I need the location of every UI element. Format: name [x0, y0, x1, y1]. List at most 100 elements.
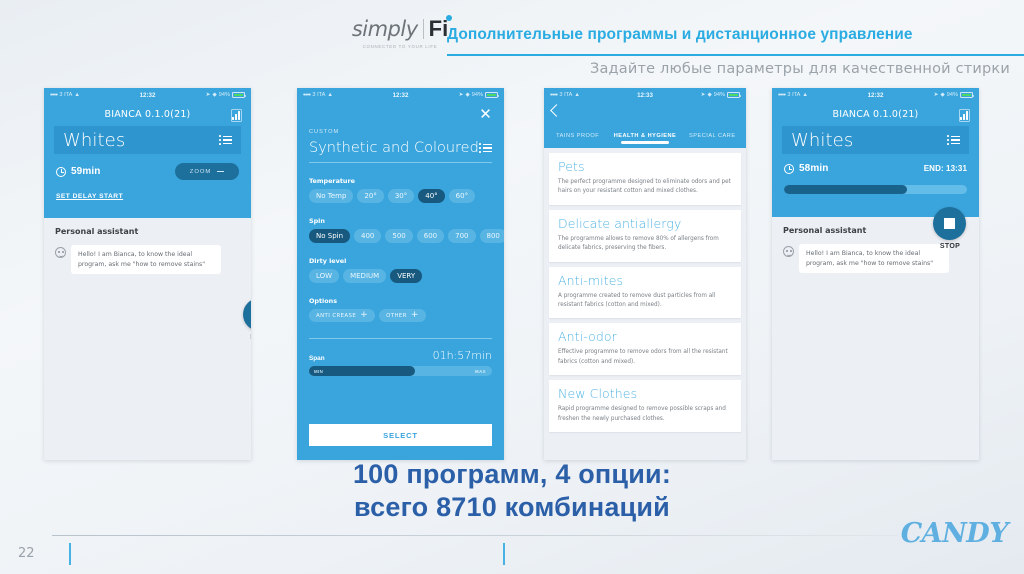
footer-divider: [52, 535, 898, 536]
select-button[interactable]: SELECT: [309, 424, 492, 446]
option-label: ANTI CREASE: [316, 312, 357, 319]
close-icon[interactable]: ✕: [479, 107, 492, 122]
spin-option-selected[interactable]: No Spin: [309, 229, 351, 243]
program-list[interactable]: Pets The perfect programme designed to e…: [544, 148, 746, 460]
list-item[interactable]: Pets The perfect programme designed to e…: [549, 153, 741, 205]
end-time-label: END: 13:31: [923, 164, 967, 173]
list-item[interactable]: New Clothes Rapid programme designed to …: [549, 380, 741, 433]
back-icon[interactable]: [550, 104, 563, 117]
duration-group: 58min: [784, 163, 828, 174]
dirty-option[interactable]: LOW: [309, 269, 340, 283]
plus-icon: +: [410, 310, 419, 320]
assistant-avatar-icon: [783, 246, 794, 257]
section-divider: [309, 338, 492, 339]
temp-option-selected[interactable]: 40°: [418, 189, 445, 203]
assistant-avatar-icon: [55, 247, 66, 258]
status-right: ➤ ◆ 94%: [701, 92, 741, 98]
option-anti-crease[interactable]: ANTI CREASE +: [309, 309, 376, 322]
duration-value: 59min: [71, 166, 101, 177]
zoom-label: ZOOM: [189, 168, 212, 175]
list-menu-icon[interactable]: [947, 135, 960, 145]
spin-option[interactable]: 800: [479, 229, 504, 243]
program-title: Pets: [558, 159, 585, 174]
spin-option[interactable]: 500: [385, 229, 413, 243]
list-item[interactable]: Delicate antiallergy The programme allow…: [549, 209, 741, 262]
temp-option[interactable]: 30°: [387, 189, 415, 203]
stop-square-icon: [944, 218, 955, 229]
temp-option[interactable]: No Temp: [309, 189, 354, 203]
phone-screen-running: •••• 3 ITA ▲ 12:32 ➤ ◆ 94% BIANCA 0.1.0(…: [772, 88, 979, 460]
spin-option[interactable]: 700: [448, 229, 476, 243]
dirty-option-selected[interactable]: VERY: [390, 269, 423, 283]
list-item[interactable]: Anti-odor Effective programme to remove …: [549, 323, 741, 376]
status-bar: •••• 3 ITA ▲ 12:32 ➤ ◆ 94%: [297, 88, 504, 102]
zoom-button[interactable]: ZOOM: [175, 163, 239, 180]
stop-button-label: STOP: [939, 243, 961, 250]
span-slider[interactable]: MIN MAX: [309, 366, 492, 376]
stop-button[interactable]: [933, 207, 966, 240]
assistant-title: Personal assistant: [55, 227, 139, 236]
program-selector-bar[interactable]: Whites: [782, 126, 969, 154]
plus-icon: +: [360, 310, 369, 320]
time-row: 59min ZOOM: [44, 154, 251, 180]
list-menu-icon[interactable]: [219, 135, 232, 145]
assistant-panel: Personal assistant Hello! I am Bianca, t…: [44, 218, 251, 460]
assistant-message: Hello! I am Bianca, to know the ideal pr…: [71, 245, 221, 275]
bluetooth-icon: ◆: [212, 92, 217, 98]
simply-fi-logo: simply Fi CONNECTED TO YOUR LIFE: [352, 12, 453, 54]
options-chips: ANTI CREASE + OTHER +: [309, 309, 492, 322]
program-description: The perfect programme designed to elimin…: [558, 179, 731, 195]
duration-group: 59min: [56, 166, 100, 177]
program-selector-bar[interactable]: Whites: [54, 126, 241, 154]
set-delay-start-link[interactable]: SET DELAY START: [56, 193, 123, 200]
location-arrow-icon: ➤: [933, 92, 939, 98]
option-label: OTHER: [386, 312, 407, 319]
dirty-level-label: Dirty level: [309, 257, 347, 265]
caption-line-2: всего 8710 комбинаций: [354, 491, 670, 522]
options-label: Options: [309, 297, 337, 305]
list-menu-icon[interactable]: [479, 143, 492, 153]
spin-option[interactable]: 600: [416, 229, 445, 243]
bluetooth-icon: ◆: [465, 92, 470, 98]
bluetooth-icon: ◆: [707, 92, 712, 98]
category-tabs: TAINS PROOF HEALTH & HYGIENE SPECIAL CAR…: [544, 128, 746, 148]
assistant-message: Hello! I am Bianca, to know the ideal pr…: [799, 244, 949, 274]
temp-option[interactable]: 20°: [357, 189, 384, 203]
tab-stains-proof[interactable]: TAINS PROOF: [544, 133, 611, 144]
logo-row: simply Fi: [352, 14, 453, 40]
signal-strength-icon[interactable]: [231, 111, 240, 120]
custom-label: CUSTOM: [309, 129, 340, 135]
logo-tagline: CONNECTED TO YOUR LIFE: [362, 43, 438, 49]
tab-special-care[interactable]: SPECIAL CARE: [679, 133, 746, 144]
caption-line-1: 100 программ, 4 опции:: [352, 459, 672, 489]
assistant-panel: Personal assistant Hello! I am Bianca, t…: [772, 217, 979, 460]
program-title: Anti-mites: [558, 272, 624, 288]
option-other[interactable]: OTHER +: [379, 309, 426, 322]
temperature-chips: No Temp 20° 30° 40° 60°: [309, 189, 492, 203]
slide-caption: 100 программ, 4 опции: всего 8710 комбин…: [0, 458, 1024, 524]
signal-strength-icon[interactable]: [959, 111, 968, 120]
status-right: ➤ ◆ 94%: [206, 92, 246, 98]
logo-dot-icon: [446, 14, 453, 21]
span-label: Span: [309, 355, 325, 362]
battery-icon: [960, 92, 974, 98]
page-subtitle: Задайте любые параметры для качественной…: [589, 61, 1010, 77]
list-item[interactable]: Anti-mites A programme created to remove…: [549, 266, 741, 319]
span-slider-fill: MIN: [309, 366, 416, 376]
program-description: Rapid programme designed to remove possi…: [558, 406, 726, 422]
clock-icon: [56, 166, 66, 177]
status-bar: •••• 3 ITA ▲ 12:32 ➤ ◆ 94%: [44, 88, 251, 102]
battery-percent: 94%: [946, 92, 958, 98]
battery-icon: [485, 92, 499, 98]
span-value: 01h:57min: [432, 349, 492, 362]
temp-option[interactable]: 60°: [448, 189, 476, 203]
clock-icon: [784, 163, 794, 174]
battery-icon: [727, 92, 741, 98]
program-name-row[interactable]: Synthetic and Coloured: [309, 140, 492, 163]
spin-option[interactable]: 400: [354, 229, 382, 243]
dirty-option[interactable]: MEDIUM: [343, 269, 387, 283]
header-divider: [447, 54, 1024, 56]
span-row: Span 01h:57min: [309, 349, 492, 362]
tab-health-hygiene[interactable]: HEALTH & HYGIENE: [611, 133, 678, 144]
app-title: BIANCA 0.1.0(21): [104, 109, 191, 120]
